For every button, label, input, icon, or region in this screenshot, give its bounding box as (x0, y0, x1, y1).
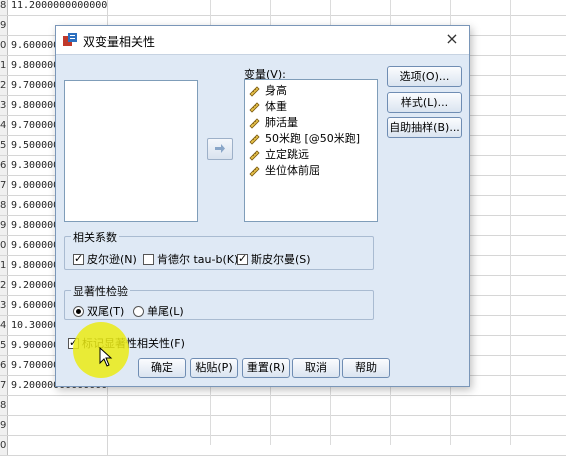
row-number: 2 (0, 276, 8, 295)
row-number: 5 (0, 136, 8, 155)
row-number: 8 (0, 0, 8, 15)
significance-group-legend: 显著性检验 (71, 283, 130, 299)
row-number: 0 (0, 36, 8, 55)
variable-item[interactable]: 肺活量 (249, 115, 377, 131)
scale-ruler-icon (249, 134, 260, 145)
row-number: 9 (0, 16, 8, 35)
row-number: 3 (0, 96, 8, 115)
row-number: 9 (0, 216, 8, 235)
variable-label: 肺活量 (265, 116, 298, 129)
two-tailed-label: 双尾(T) (87, 305, 125, 318)
spearman-label: 斯皮尔曼(S) (251, 253, 311, 266)
spearman-checkbox[interactable]: 斯皮尔曼(S) (237, 251, 311, 267)
sheet-cell[interactable] (8, 436, 108, 455)
cancel-button[interactable]: 取消 (292, 358, 340, 378)
mouse-pointer-icon (99, 347, 113, 367)
source-variable-list[interactable] (64, 80, 198, 222)
variable-label: 体重 (265, 100, 287, 113)
pearson-label: 皮尔逊(N) (87, 253, 137, 266)
row-number: 7 (0, 376, 8, 395)
row-number: 0 (0, 436, 8, 455)
sheet-row: 8 (0, 396, 566, 416)
variable-label: 50米跑 [@50米跑] (265, 132, 361, 145)
variable-label: 身高 (265, 84, 287, 97)
row-number: 7 (0, 176, 8, 195)
two-tailed-radio[interactable]: 双尾(T) (73, 303, 124, 319)
row-number: 6 (0, 356, 8, 375)
selected-variable-list[interactable]: 身高体重肺活量 50米跑 [@50米跑] 立定跳远坐位体前屈 (244, 79, 378, 222)
row-number: 9 (0, 416, 8, 435)
row-number: 1 (0, 56, 8, 75)
scale-ruler-icon (249, 118, 260, 129)
row-number: 4 (0, 316, 8, 335)
pearson-checkbox[interactable]: 皮尔逊(N) (73, 251, 137, 267)
variable-label: 坐位体前屈 (265, 164, 320, 177)
one-tailed-label: 单尾(L) (147, 305, 184, 318)
dialog-title: 双变量相关性 (83, 35, 156, 49)
bootstrap-button[interactable]: 自助抽样(B)... (387, 117, 462, 138)
row-number: 5 (0, 336, 8, 355)
significance-test-group: 显著性检验 双尾(T) 单尾(L) (64, 283, 374, 320)
dialog-titlebar: 双变量相关性 × (56, 26, 469, 55)
row-number: 8 (0, 196, 8, 215)
scale-ruler-icon (249, 150, 260, 161)
row-number: 1 (0, 256, 8, 275)
options-button[interactable]: 选项(O)... (387, 66, 462, 87)
one-tailed-radio[interactable]: 单尾(L) (133, 303, 184, 319)
row-number: 6 (0, 156, 8, 175)
variable-item[interactable]: 50米跑 [@50米跑] (249, 131, 377, 147)
arrow-right-icon (215, 144, 225, 153)
correlation-group-legend: 相关系数 (71, 229, 119, 245)
style-button[interactable]: 样式(L)... (387, 92, 462, 113)
spearman-check-icon (237, 252, 248, 265)
pearson-check-icon (73, 252, 84, 265)
sheet-row: 0 (0, 436, 566, 456)
variable-item[interactable]: 体重 (249, 99, 377, 115)
correlation-coefficients-group: 相关系数 皮尔逊(N) 肯德尔 tau-b(K) 斯皮尔曼(S) (64, 229, 374, 270)
app-icon (63, 33, 77, 46)
one-tailed-radio-icon (133, 305, 144, 317)
variable-item[interactable]: 坐位体前屈 (249, 163, 377, 179)
row-number: 3 (0, 296, 8, 315)
kendall-check-icon (143, 253, 154, 265)
row-number: 2 (0, 76, 8, 95)
sheet-column-divider (510, 0, 511, 445)
scale-ruler-icon (249, 86, 260, 97)
row-number: 4 (0, 116, 8, 135)
variable-label: 立定跳远 (265, 148, 309, 161)
paste-button[interactable]: 粘贴(P) (190, 358, 238, 378)
sheet-row: 9 (0, 416, 566, 436)
kendall-checkbox[interactable]: 肯德尔 tau-b(K) (143, 251, 238, 267)
ok-button[interactable]: 确定 (138, 358, 186, 378)
move-variable-button[interactable] (207, 138, 233, 160)
variable-item[interactable]: 立定跳远 (249, 147, 377, 163)
scale-ruler-icon (249, 102, 260, 113)
variable-item[interactable]: 身高 (249, 83, 377, 99)
sheet-row: 8 11.2000000000000 (0, 0, 566, 16)
two-tailed-radio-icon (73, 305, 84, 317)
sheet-cell[interactable] (8, 396, 108, 415)
close-icon[interactable]: × (443, 30, 461, 48)
row-number: 8 (0, 396, 8, 415)
sheet-cell[interactable] (8, 416, 108, 435)
scale-ruler-icon (249, 166, 260, 177)
help-button[interactable]: 帮助 (342, 358, 390, 378)
reset-button[interactable]: 重置(R) (242, 358, 290, 378)
sheet-cell[interactable]: 11.2000000000000 (8, 0, 108, 15)
kendall-label: 肯德尔 tau-b(K) (157, 253, 239, 266)
row-number: 0 (0, 236, 8, 255)
